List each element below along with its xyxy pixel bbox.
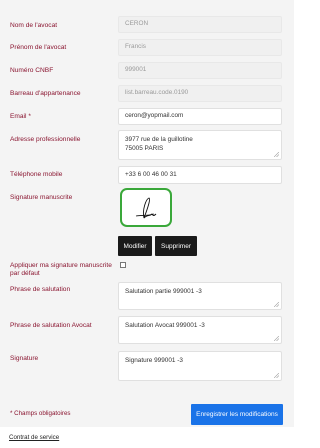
contrat-de-service-link[interactable]: Contrat de service [9,434,59,441]
required-fields-note: * Champs obligatoires [10,410,71,417]
signature-text-field[interactable]: Signature 999001 -3 [118,351,282,381]
default-signature-checkbox[interactable] [120,262,126,268]
cnbf-label: Numéro CNBF [10,67,54,74]
adresse-label: Adresse professionnelle [10,136,81,143]
prenom-label: Prénom de l'avocat [10,44,67,51]
adresse-value: 3977 rue de la guillotine 75005 PARIS [125,136,193,152]
nom-label: Nom de l'avocat [10,22,58,29]
email-label: Email * [10,113,31,120]
email-field[interactable]: ceron@yopmail.com [118,108,282,125]
phrase-salutation-avocat-field[interactable]: Salutation Avocat 999001 -3 [118,316,282,344]
signature-text-value: Signature 999001 -3 [125,357,183,364]
tel-field[interactable]: +33 6 00 46 00 31 [118,166,282,184]
prenom-field: Francis [118,39,282,56]
resize-handle-icon[interactable] [274,373,279,378]
signature-text-label: Signature [10,355,39,362]
supprimer-signature-button[interactable]: Supprimer [155,236,197,256]
cnbf-field: 999001 [118,62,282,79]
phrase-salutation-avocat-value: Salutation Avocat 999001 -3 [125,322,205,329]
resize-handle-icon[interactable] [274,336,279,341]
save-changes-button[interactable]: Enregistrer les modifications [191,404,283,425]
barreau-field: list.barreau.code.0190 [118,85,282,102]
adresse-field[interactable]: 3977 rue de la guillotine 75005 PARIS [118,130,282,160]
default-signature-label: Appliquer ma signature manuscrite par dé… [10,262,112,277]
modifier-signature-button[interactable]: Modifier [118,236,152,256]
resize-handle-icon[interactable] [274,302,279,307]
phrase-salutation-label: Phrase de salutation [10,286,71,293]
phrase-salutation-avocat-label: Phrase de salutation Avocat [10,322,92,329]
signature-preview [120,188,172,227]
phrase-salutation-field[interactable]: Salutation partie 999001 -3 [118,282,282,310]
resize-handle-icon[interactable] [274,152,279,157]
tel-label: Téléphone mobile [10,171,63,178]
nom-field: CERON [118,16,282,33]
phrase-salutation-value: Salutation partie 999001 -3 [125,288,202,295]
signature-scribble-icon [135,197,157,219]
barreau-label: Barreau d'appartenance [10,90,81,97]
signature-manuscrite-label: Signature manuscrite [10,194,73,201]
